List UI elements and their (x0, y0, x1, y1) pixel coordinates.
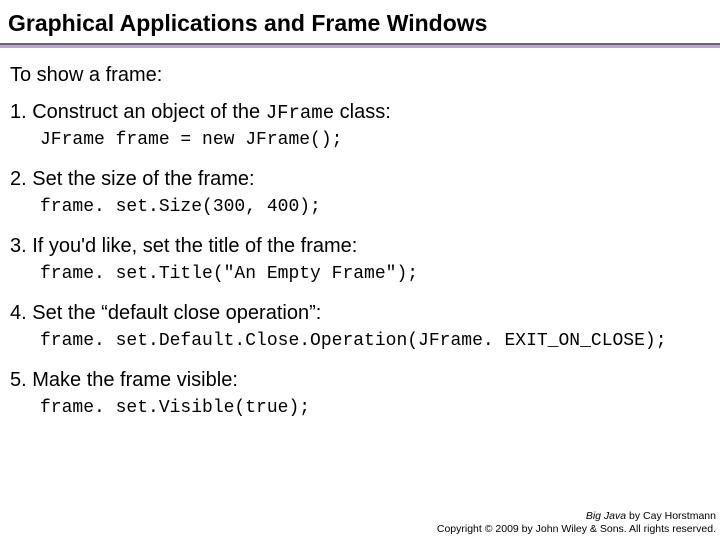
step-1-classname: JFrame (266, 102, 334, 124)
step-5: 5. Make the frame visible: (10, 369, 710, 392)
code-1: JFrame frame = new JFrame(); (40, 130, 710, 150)
code-4: frame. set.Default.Close.Operation(JFram… (40, 331, 710, 351)
code-2: frame. set.Size(300, 400); (40, 197, 710, 217)
step-2: 2. Set the size of the frame: (10, 168, 710, 191)
footer: Big Java by Cay Horstmann Copyright © 20… (437, 510, 716, 536)
step-4: 4. Set the “default close operation”: (10, 302, 710, 325)
footer-book-title: Big Java (586, 510, 626, 522)
step-1: 1. Construct an object of the JFrame cla… (10, 101, 710, 124)
footer-line-2: Copyright © 2009 by John Wiley & Sons. A… (437, 523, 716, 536)
slide-body: To show a frame: 1. Construct an object … (0, 48, 720, 418)
step-1-pre: 1. Construct an object of the (10, 101, 266, 123)
lead-text: To show a frame: (10, 64, 710, 87)
slide: Graphical Applications and Frame Windows… (0, 0, 720, 540)
step-1-post: class: (334, 101, 391, 123)
code-5: frame. set.Visible(true); (40, 398, 710, 418)
footer-author: by Cay Horstmann (626, 510, 716, 522)
slide-title: Graphical Applications and Frame Windows (0, 0, 720, 43)
footer-line-1: Big Java by Cay Horstmann (437, 510, 716, 523)
code-3: frame. set.Title("An Empty Frame"); (40, 264, 710, 284)
step-3: 3. If you'd like, set the title of the f… (10, 235, 710, 258)
